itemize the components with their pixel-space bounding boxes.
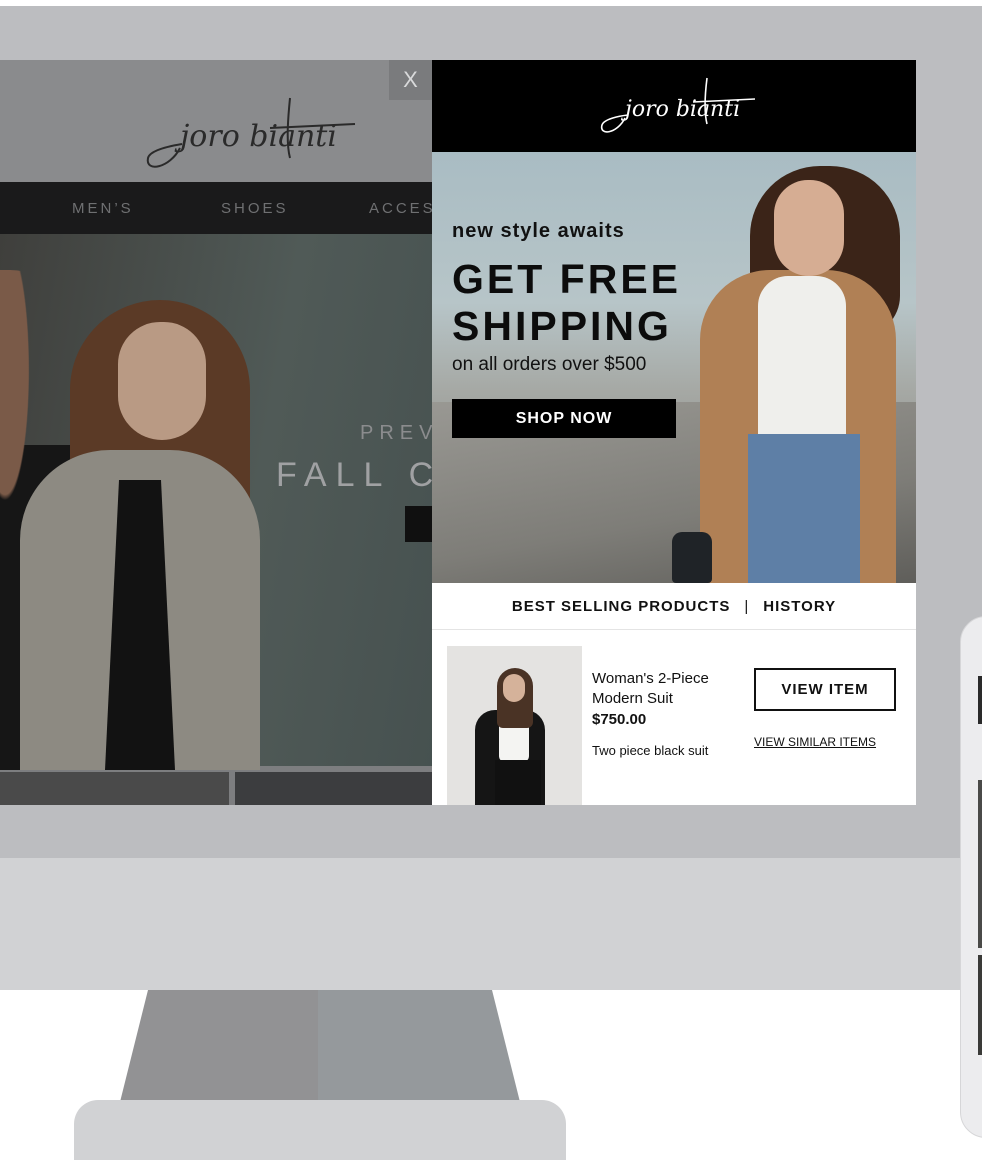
product-model-face: [503, 674, 525, 702]
hero-preview-text: PREV: [360, 422, 439, 444]
phone-screen-content: [978, 780, 982, 948]
site-thumbnail: [235, 772, 435, 805]
promo-popup: joro bianti new style awaits GET FREE SH…: [432, 60, 916, 805]
monitor-stand-neck-shade: [318, 990, 520, 1102]
monitor-stand-base: [74, 1100, 566, 1160]
tab-best-selling[interactable]: BEST SELLING PRODUCTS: [512, 598, 731, 615]
popup-close-button[interactable]: X: [389, 60, 432, 100]
monitor-chin: [0, 858, 982, 990]
popup-logo: joro bianti: [601, 77, 756, 133]
tab-history[interactable]: HISTORY: [763, 598, 836, 615]
hero-model-face: [118, 322, 206, 440]
model-bag: [672, 532, 712, 583]
popup-hero-image: new style awaits GET FREE SHIPPING on al…: [432, 152, 916, 583]
model-face: [774, 180, 844, 276]
tab-separator: |: [744, 597, 750, 615]
popup-tagline: new style awaits: [452, 220, 625, 242]
model-jeans: [748, 434, 860, 583]
product-name: Woman's 2-Piece Modern Suit: [592, 670, 709, 707]
nav-item-mens[interactable]: MEN’S: [72, 200, 134, 217]
svg-text:joro bianti: joro bianti: [174, 119, 337, 154]
popup-headline: GET FREE SHIPPING: [452, 256, 682, 349]
product-pants: [495, 760, 541, 805]
phone-screen-content: [978, 955, 982, 1055]
phone-screen-content: [978, 676, 982, 724]
product-image[interactable]: [447, 646, 582, 805]
view-item-button[interactable]: VIEW ITEM: [754, 668, 896, 711]
model-top: [758, 276, 846, 444]
product-price: $750.00: [592, 711, 647, 728]
hero-collection-title: FALL C: [276, 456, 443, 494]
monitor-stand-neck: [120, 990, 320, 1102]
popup-offer-text: on all orders over $500: [452, 354, 647, 375]
nav-item-shoes[interactable]: SHOES: [221, 200, 289, 217]
site-logo: joro bianti: [146, 97, 356, 168]
shop-now-button[interactable]: SHOP NOW: [452, 399, 676, 438]
view-similar-items-link[interactable]: VIEW SIMILAR ITEMS: [754, 735, 876, 749]
site-thumbnail: [0, 772, 229, 805]
product-description: Two piece black suit: [592, 743, 709, 758]
product-tabs: BEST SELLING PRODUCTS | HISTORY: [432, 583, 916, 630]
